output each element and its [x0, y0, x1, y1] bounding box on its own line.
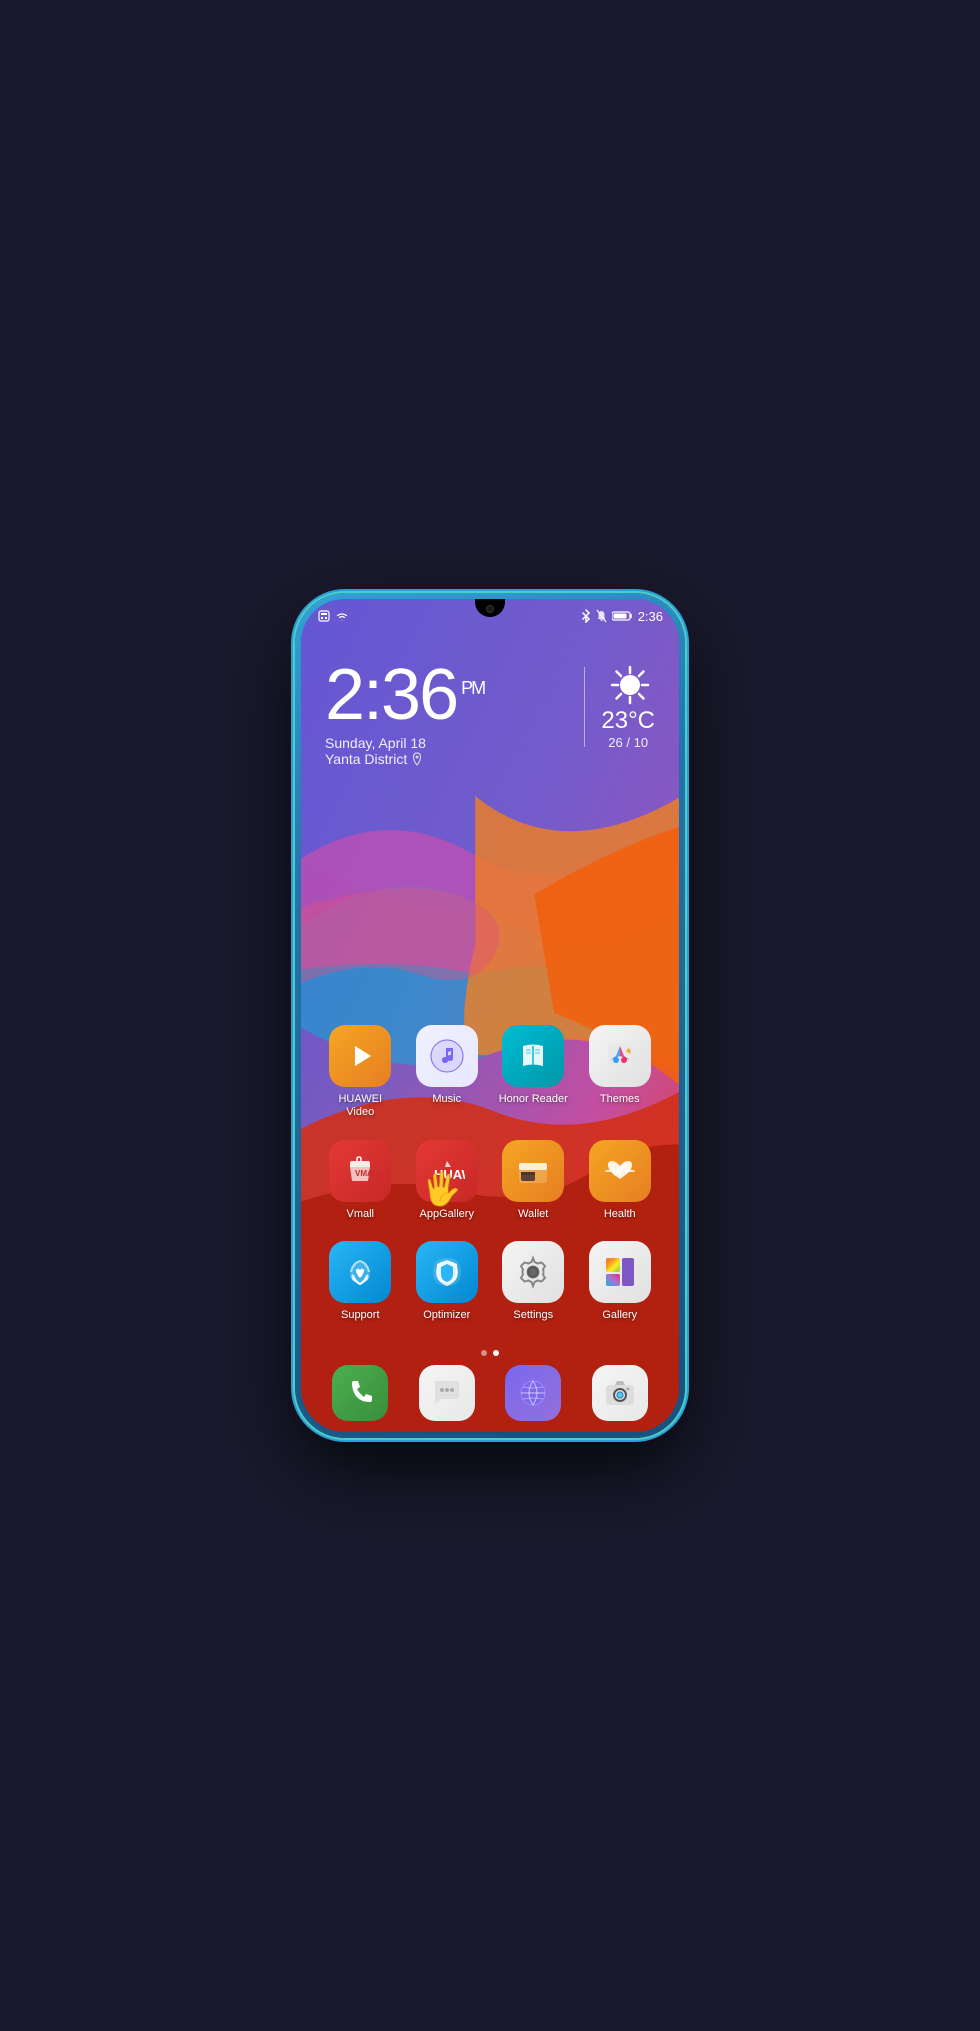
support-label: Support: [341, 1309, 380, 1322]
optimizer-icon[interactable]: [416, 1241, 478, 1303]
bluetooth-icon: [581, 609, 591, 623]
themes-label: Themes: [600, 1093, 640, 1106]
vmall-icon[interactable]: VMALL: [329, 1140, 391, 1202]
clock-location: Yanta District: [325, 751, 568, 767]
clock-time: 2:36PM: [325, 659, 568, 731]
weather-temperature: 23°C: [601, 707, 655, 735]
settings-label: Settings: [513, 1309, 553, 1322]
svg-text:VMALL: VMALL: [355, 1169, 378, 1178]
sim-icon: [317, 610, 331, 622]
dock-browser[interactable]: [505, 1365, 561, 1421]
app-wallet[interactable]: Wallet: [498, 1140, 568, 1221]
music-label: Music: [432, 1093, 461, 1106]
weather-range: 26 / 10: [608, 735, 648, 750]
app-honor-reader[interactable]: Honor Reader: [498, 1025, 568, 1119]
battery-icon: [612, 610, 634, 622]
wallet-label: Wallet: [518, 1208, 548, 1221]
health-label: Health: [604, 1208, 636, 1221]
honor-reader-label: Honor Reader: [499, 1093, 568, 1106]
status-time: 2:36: [638, 609, 663, 624]
huawei-video-label: HUAWEI Video: [325, 1093, 395, 1119]
page-dots: [301, 1350, 679, 1356]
weather-widget: 23°C 26 / 10: [601, 659, 655, 750]
gallery-icon[interactable]: [589, 1241, 651, 1303]
themes-icon[interactable]: [589, 1025, 651, 1087]
dock-phone[interactable]: [332, 1365, 388, 1421]
app-row-3: Support Optimizer: [317, 1241, 663, 1322]
page-dot-2[interactable]: [493, 1350, 499, 1356]
music-icon[interactable]: [416, 1025, 478, 1087]
health-icon[interactable]: [589, 1140, 651, 1202]
dock: [317, 1364, 663, 1422]
phone-device: 2:36 2:36PM Sunday, April 18 Yanta Distr…: [295, 593, 685, 1438]
app-themes[interactable]: Themes: [585, 1025, 655, 1119]
phone-icon[interactable]: [332, 1365, 388, 1421]
page-dot-1[interactable]: [481, 1350, 487, 1356]
weather-sun-icon: [608, 663, 648, 703]
app-vmall[interactable]: VMALL Vmall: [325, 1140, 395, 1221]
huawei-video-icon[interactable]: [329, 1025, 391, 1087]
settings-icon[interactable]: [502, 1241, 564, 1303]
camera-icon[interactable]: [592, 1365, 648, 1421]
browser-icon[interactable]: [505, 1365, 561, 1421]
status-right-icons: 2:36: [581, 609, 663, 624]
app-grid: HUAWEI Video Music: [301, 1025, 679, 1342]
wifi-icon: [335, 610, 349, 622]
status-left-icons: [317, 610, 349, 622]
app-appgallery[interactable]: HUAWEI AppGallery 🖐: [412, 1140, 482, 1221]
app-music[interactable]: Music: [412, 1025, 482, 1119]
app-row-2: VMALL Vmall HUAWEI AppGallery: [317, 1140, 663, 1221]
clock-divider: [584, 667, 585, 747]
optimizer-label: Optimizer: [423, 1309, 470, 1322]
clock-date: Sunday, April 18: [325, 735, 568, 751]
location-icon: [411, 752, 423, 766]
app-health[interactable]: Health: [585, 1140, 655, 1221]
support-icon[interactable]: [329, 1241, 391, 1303]
app-settings[interactable]: Settings: [498, 1241, 568, 1322]
svg-text:HUAWEI: HUAWEI: [434, 1167, 465, 1182]
dock-messages[interactable]: [419, 1365, 475, 1421]
gallery-label: Gallery: [602, 1309, 637, 1322]
app-gallery[interactable]: Gallery: [585, 1241, 655, 1322]
wallet-icon[interactable]: [502, 1140, 564, 1202]
phone-screen: 2:36 2:36PM Sunday, April 18 Yanta Distr…: [301, 599, 679, 1432]
front-camera: [486, 605, 494, 613]
appgallery-icon[interactable]: HUAWEI: [416, 1140, 478, 1202]
app-support[interactable]: Support: [325, 1241, 395, 1322]
honor-reader-icon[interactable]: [502, 1025, 564, 1087]
clock-left: 2:36PM Sunday, April 18 Yanta District: [325, 659, 568, 767]
clock-widget: 2:36PM Sunday, April 18 Yanta District: [325, 659, 655, 767]
vmall-label: Vmall: [346, 1208, 374, 1221]
app-optimizer[interactable]: Optimizer: [412, 1241, 482, 1322]
app-huawei-video[interactable]: HUAWEI Video: [325, 1025, 395, 1119]
appgallery-label: AppGallery: [420, 1208, 474, 1221]
dock-camera[interactable]: [592, 1365, 648, 1421]
app-row-1: HUAWEI Video Music: [317, 1025, 663, 1119]
clock-period: PM: [461, 678, 484, 698]
bell-mute-icon: [595, 609, 608, 623]
messages-icon[interactable]: [419, 1365, 475, 1421]
